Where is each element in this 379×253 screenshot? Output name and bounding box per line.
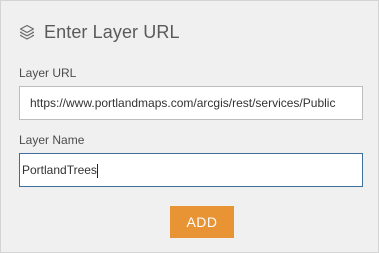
enter-layer-url-panel: Enter Layer URL Layer URL https://www.po… bbox=[0, 0, 379, 253]
layer-url-label: Layer URL bbox=[19, 66, 77, 80]
layers-icon bbox=[18, 23, 36, 41]
panel-header: Enter Layer URL bbox=[18, 20, 180, 44]
text-caret bbox=[96, 163, 98, 178]
layer-name-label: Layer Name bbox=[19, 133, 85, 147]
layer-name-input[interactable]: PortlandTrees bbox=[19, 153, 363, 187]
panel-title: Enter Layer URL bbox=[44, 21, 180, 42]
add-button[interactable]: ADD bbox=[170, 206, 234, 238]
layer-name-value: PortlandTrees bbox=[22, 163, 97, 177]
layer-url-value: https://www.portlandmaps.com/arcgis/rest… bbox=[30, 96, 336, 110]
layer-url-input[interactable]: https://www.portlandmaps.com/arcgis/rest… bbox=[19, 86, 363, 120]
